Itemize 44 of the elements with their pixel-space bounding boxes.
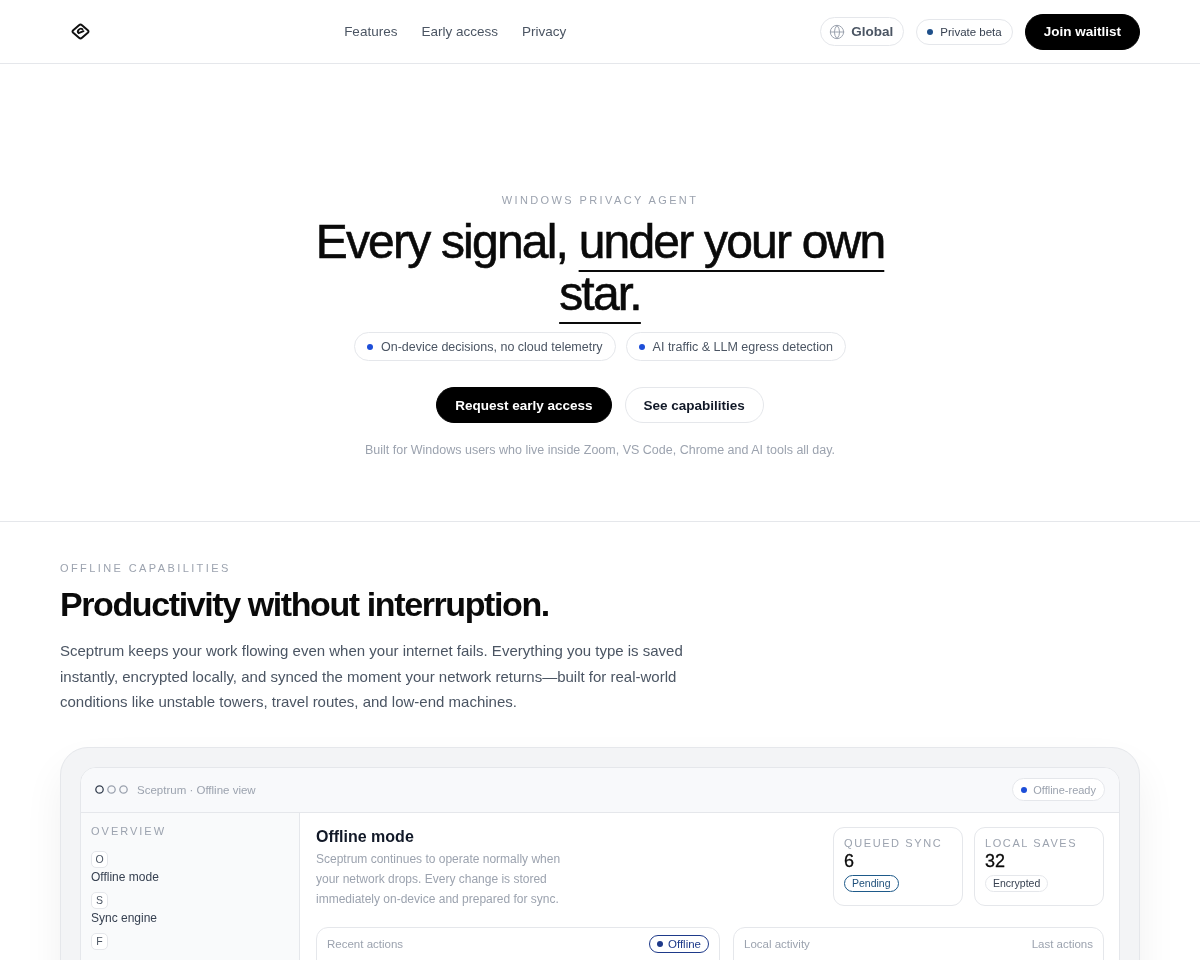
section-heading: Productivity without interruption.: [60, 584, 550, 624]
hero-heading: Every signal, under your own star.: [314, 216, 886, 320]
nav-link[interactable]: Privacy: [521, 24, 567, 39]
stat-label: LOCAL SAVES: [985, 836, 1078, 849]
circle-icon: [95, 785, 104, 794]
nav-link[interactable]: Early access: [421, 24, 498, 39]
chip-text: On-device decisions, no cloud telemetry: [380, 339, 603, 354]
circle-icon: [119, 785, 128, 794]
globe-icon: [829, 23, 846, 40]
section-eyebrow: OFFLINE CAPABILITIES: [60, 562, 232, 574]
request-access-button[interactable]: Request early access: [436, 387, 612, 423]
window-title: Sceptrum · Offline view: [137, 783, 256, 796]
section-paragraph: Sceptrum keeps your work flowing even when your internet fails. Everything you type is saved instantly, encrypted locally, and synced the moment your network returns—built for real-world conditions like unstable towers, travel routes, and low-end machines.: [60, 641, 684, 712]
panel-heading: Offline mode: [316, 826, 415, 847]
status-dot-icon: [927, 28, 934, 35]
initial-badge: S: [91, 891, 108, 909]
status-dot-icon: [1021, 786, 1028, 793]
join-waitlist-button[interactable]: Join waitlist: [1024, 13, 1140, 50]
circle-icon: [107, 785, 116, 794]
nav-link[interactable]: Features: [344, 24, 398, 39]
initial-badge: F: [91, 932, 108, 950]
logo-icon[interactable]: [71, 23, 90, 40]
panel-title: Local activity: [744, 936, 810, 952]
stat-value: 32: [985, 849, 1006, 873]
status-dot-icon: [366, 343, 373, 350]
hero-note: Built for Windows users who live inside Zoom, VS Code, Chrome and AI tools all day.: [364, 443, 836, 457]
status-dot-icon: [638, 343, 645, 350]
stat-label: QUEUED SYNC: [844, 836, 943, 849]
chip-text: AI traffic & LLM egress detection: [652, 339, 834, 354]
panel-description: Sceptrum continues to operate normally when your network drops. Every change is stored immediately on-device and prepared for sync.: [316, 850, 562, 908]
badge-text: Offline-ready: [1033, 783, 1096, 796]
status-text: Private beta: [940, 25, 1002, 38]
panel-caption: Last actions: [1031, 936, 1093, 952]
region-selector[interactable]: Global: [820, 17, 905, 46]
sidebar-item[interactable]: Offline mode: [91, 869, 159, 884]
panel-title: Recent actions: [327, 936, 404, 952]
sidebar-heading: OVERVIEW: [91, 824, 168, 837]
eyebrow-text: WINDOWS PRIVACY AGENT: [501, 194, 699, 206]
stat-value: 6: [844, 849, 854, 873]
initial-badge: O: [91, 850, 108, 868]
status-dot-icon: [656, 940, 663, 947]
tag-text: Offline: [667, 937, 701, 950]
capabilities-button[interactable]: See capabilities: [624, 387, 764, 423]
sidebar-item[interactable]: Sync engine: [91, 910, 158, 925]
